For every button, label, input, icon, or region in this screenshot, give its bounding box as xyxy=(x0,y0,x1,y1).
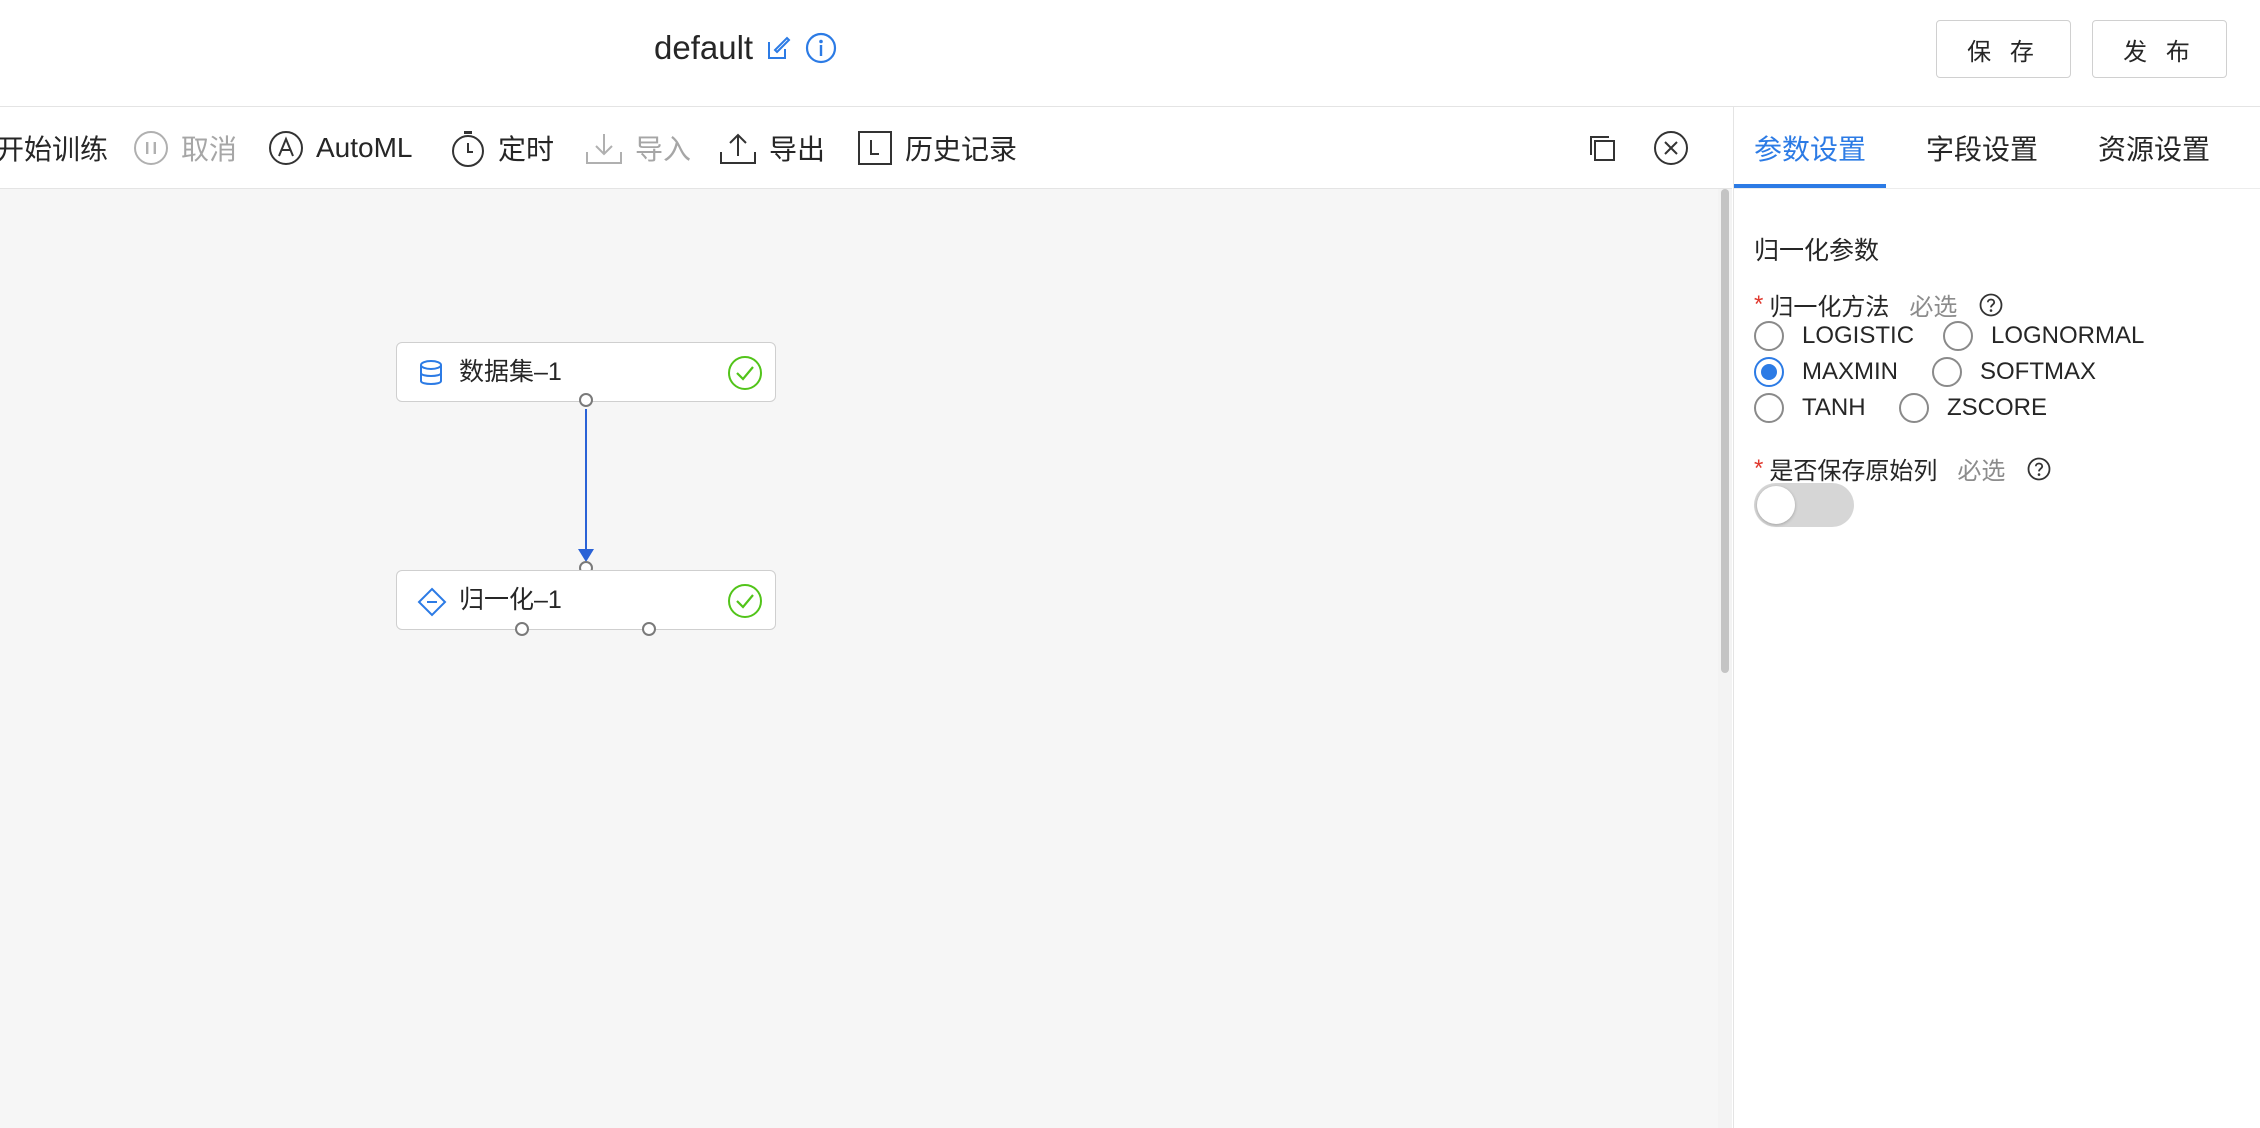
help-icon[interactable] xyxy=(1979,293,2003,317)
edit-icon[interactable] xyxy=(765,34,793,62)
settings-panel: 参数设置 字段设置 资源设置 归一化参数 * 归一化方法 必选 LOGISTIC… xyxy=(1733,107,2260,1128)
pause-icon xyxy=(133,130,169,166)
normalize-icon xyxy=(417,587,447,617)
connection-edge xyxy=(578,409,594,562)
radio-logistic[interactable]: LOGISTIC xyxy=(1754,321,1914,351)
scrollbar-thumb[interactable] xyxy=(1721,189,1729,673)
radio-circle[interactable] xyxy=(1899,393,1929,423)
tab-field-settings[interactable]: 字段设置 xyxy=(1926,107,2038,188)
start-training-button[interactable]: 开始训练 xyxy=(0,107,108,188)
toggle-knob xyxy=(1757,486,1795,524)
keep-field-label: * 是否保存原始列 必选 xyxy=(1754,451,2051,486)
top-header: default 保 存 发 布 xyxy=(0,0,2260,107)
method-label: 归一化方法 xyxy=(1769,294,1890,321)
method-field-label: * 归一化方法 必选 xyxy=(1754,287,2003,322)
info-icon[interactable] xyxy=(805,32,837,64)
timer-icon xyxy=(450,128,486,168)
save-button[interactable]: 保 存 xyxy=(1936,20,2071,78)
export-button[interactable]: 导出 xyxy=(719,107,825,188)
node-label: 归一化–1 xyxy=(459,586,562,614)
panel-tabs: 参数设置 字段设置 资源设置 xyxy=(1734,107,2260,189)
automl-button[interactable]: AutoML xyxy=(268,107,413,188)
output-port[interactable] xyxy=(515,622,529,636)
canvas-toolbar: 开始训练 取消 AutoML 定时 导入 导出 历史记录 xyxy=(0,107,1732,189)
cancel-label: 取消 xyxy=(181,133,238,165)
active-tab-indicator xyxy=(1734,184,1886,188)
required-mark: * xyxy=(1754,290,1764,318)
start-training-label: 开始训练 xyxy=(0,133,109,165)
radio-label: LOGNORMAL xyxy=(1991,322,2145,349)
required-hint: 必选 xyxy=(1957,458,2006,485)
import-label: 导入 xyxy=(635,133,692,165)
tab-parameter-settings[interactable]: 参数设置 xyxy=(1754,107,1866,188)
import-icon xyxy=(585,130,623,166)
automl-label: AutoML xyxy=(316,131,413,163)
history-icon xyxy=(857,130,893,166)
output-port[interactable] xyxy=(579,393,593,407)
success-check-icon xyxy=(727,583,763,619)
radio-maxmin[interactable]: MAXMIN xyxy=(1754,357,1898,387)
node-normalize[interactable]: 归一化–1 xyxy=(396,570,776,630)
publish-button[interactable]: 发 布 xyxy=(2092,20,2227,78)
radio-circle[interactable] xyxy=(1932,357,1962,387)
radio-circle[interactable] xyxy=(1754,357,1784,387)
export-label: 导出 xyxy=(769,133,826,165)
schedule-label: 定时 xyxy=(498,133,555,165)
pipeline-title: default xyxy=(654,29,754,66)
copy-icon[interactable] xyxy=(1587,107,1617,188)
keep-columns-label: 是否保存原始列 xyxy=(1769,458,1938,485)
export-icon xyxy=(719,130,757,166)
keep-columns-toggle[interactable] xyxy=(1754,483,1854,527)
radio-tanh[interactable]: TANH xyxy=(1754,393,1866,423)
schedule-button[interactable]: 定时 xyxy=(450,107,554,188)
section-title: 归一化参数 xyxy=(1754,237,1880,265)
success-check-icon xyxy=(727,355,763,391)
radio-circle[interactable] xyxy=(1943,321,1973,351)
database-icon xyxy=(417,359,445,387)
import-button[interactable]: 导入 xyxy=(585,107,691,188)
history-label: 历史记录 xyxy=(905,133,1018,165)
radio-label: TANH xyxy=(1802,394,1866,421)
radio-circle[interactable] xyxy=(1754,321,1784,351)
radio-circle[interactable] xyxy=(1754,393,1784,423)
required-hint: 必选 xyxy=(1909,294,1958,321)
radio-label: MAXMIN xyxy=(1802,358,1898,385)
canvas-scrollbar[interactable] xyxy=(1718,189,1732,1128)
radio-label: LOGISTIC xyxy=(1802,322,1915,349)
tab-resource-settings[interactable]: 资源设置 xyxy=(2098,107,2210,188)
output-port[interactable] xyxy=(642,622,656,636)
radio-lognormal[interactable]: LOGNORMAL xyxy=(1943,321,2144,351)
automl-icon xyxy=(268,130,304,166)
radio-label: SOFTMAX xyxy=(1980,358,2097,385)
help-icon[interactable] xyxy=(2027,457,2051,481)
history-button[interactable]: 历史记录 xyxy=(857,107,1017,188)
close-icon[interactable] xyxy=(1653,107,1689,188)
radio-softmax[interactable]: SOFTMAX xyxy=(1932,357,2096,387)
radio-zscore[interactable]: ZSCORE xyxy=(1899,393,2047,423)
pipeline-title-area: default xyxy=(654,24,837,72)
required-mark: * xyxy=(1754,454,1764,482)
workflow-canvas[interactable]: 数据集–1 归一化–1 xyxy=(0,189,1718,1128)
node-label: 数据集–1 xyxy=(459,358,562,386)
cancel-button[interactable]: 取消 xyxy=(133,107,237,188)
radio-label: ZSCORE xyxy=(1947,394,2048,421)
